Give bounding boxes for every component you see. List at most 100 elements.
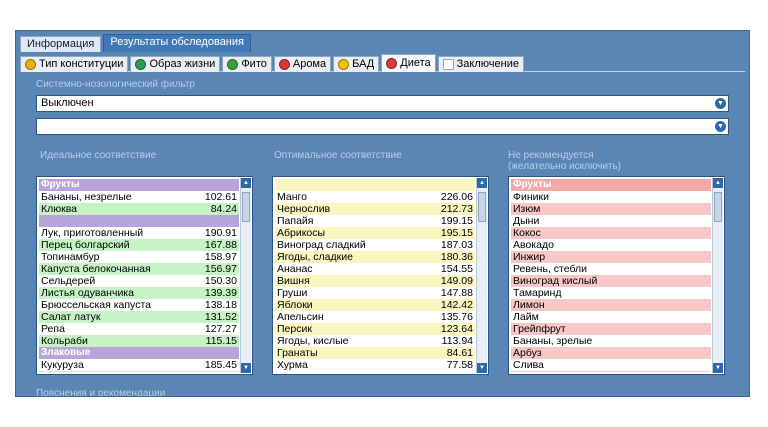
list-item[interactable]: Топинамбур 158.97 — [39, 251, 239, 263]
list-item[interactable]: Лимон — [511, 299, 711, 311]
list-item[interactable]: Кольраби 115.15 — [39, 335, 239, 347]
list-item[interactable]: Дыни — [511, 215, 711, 227]
list-item[interactable]: Сельдерей 150.30 — [39, 275, 239, 287]
item-value: 212.73 — [440, 203, 473, 215]
list-item[interactable]: Бананы, зрелые — [511, 335, 711, 347]
list-item[interactable]: Репа 127.27 — [39, 323, 239, 335]
list-item[interactable]: Брюссельская капуста 138.18 — [39, 299, 239, 311]
list-group-header[interactable] — [275, 179, 475, 191]
optimal-food-rows: Манго 226.06 Чернослив 212.73 Папайя 199.15 Аб… — [275, 179, 475, 372]
list-item[interactable]: Хурма 77.58 — [275, 359, 475, 371]
scroll-up-icon[interactable]: ▲ — [241, 178, 251, 188]
scroll-down-icon[interactable]: ▼ — [241, 363, 251, 373]
list-item[interactable]: Виноград сладкий 187.03 — [275, 239, 475, 251]
tab-information[interactable]: Информация — [20, 36, 102, 52]
tab-diet[interactable]: Диета — [381, 54, 436, 72]
scrollbar[interactable]: ▲ ▼ — [712, 178, 723, 373]
list-item[interactable]: Яблоки 142.42 — [275, 299, 475, 311]
ideal-food-list[interactable]: Фрукты Бананы, незрелые 102.61 Клюква 84.24 Л… — [36, 176, 253, 375]
item-value: 167.88 — [204, 239, 237, 251]
list-item[interactable]: Ягоды, сладкие 180.36 — [275, 251, 475, 263]
list-item[interactable]: Ягоды, кислые 113.94 — [275, 335, 475, 347]
list-item[interactable]: Ананас 154.55 — [275, 263, 475, 275]
list-group-header[interactable]: Фрукты — [511, 179, 711, 191]
list-item[interactable]: Лук, приготовленный 190.91 — [39, 227, 239, 239]
item-name: Арбуз — [513, 347, 542, 359]
list-item[interactable]: Изюм — [511, 203, 711, 215]
list-item[interactable]: Киви — [511, 371, 711, 372]
list-item[interactable]: Авокадо — [511, 239, 711, 251]
list-item[interactable]: Финики — [511, 191, 711, 203]
list-item[interactable]: Грейпфрут — [511, 323, 711, 335]
item-name: Финики — [513, 191, 549, 203]
scroll-up-icon[interactable]: ▲ — [713, 178, 723, 188]
tab-supplement[interactable]: БАД — [333, 56, 380, 72]
tab-label: Арома — [292, 58, 327, 70]
item-value: 131.52 — [204, 311, 237, 323]
list-item[interactable]: Инжир — [511, 251, 711, 263]
list-item[interactable]: Лайм — [511, 311, 711, 323]
list-item[interactable]: Вишня 149.09 — [275, 275, 475, 287]
list-item[interactable]: Клюква 84.24 — [39, 203, 239, 215]
item-value: 123.64 — [440, 323, 473, 335]
scroll-thumb[interactable] — [242, 192, 250, 222]
filter-dropdown[interactable]: Выключен ▼ — [36, 95, 729, 112]
scrollbar[interactable]: ▲ ▼ — [476, 178, 487, 373]
secondary-dropdown[interactable]: ▼ — [36, 118, 729, 135]
list-item[interactable]: Виноград кислый — [511, 275, 711, 287]
list-item[interactable]: Груши 147.88 — [275, 287, 475, 299]
tab-aroma[interactable]: Арома — [273, 56, 332, 72]
list-item[interactable]: Перец болгарский 167.88 — [39, 239, 239, 251]
ideal-column-title: Идеальное соответствие — [40, 150, 157, 161]
tab-phyto[interactable]: Фито — [222, 56, 272, 72]
list-item[interactable]: Капуста белокочанная 156.97 — [39, 263, 239, 275]
item-value: 154.55 — [205, 371, 237, 372]
recommendations-label: Пояснения и рекомендации — [36, 388, 166, 397]
not-recommended-food-rows: Фрукты Финики Изюм Дыни Кокос Авокадо Инжир Рев… — [511, 179, 711, 372]
chevron-down-icon[interactable]: ▼ — [715, 98, 726, 109]
list-group-header[interactable] — [39, 215, 239, 227]
list-item[interactable]: Гранаты 84.61 — [275, 347, 475, 359]
list-item[interactable]: Абрикосы 195.15 — [275, 227, 475, 239]
scroll-thumb[interactable] — [714, 192, 722, 222]
list-item[interactable]: Папайя 199.15 — [275, 215, 475, 227]
list-item[interactable]: Слива — [511, 359, 711, 371]
item-name: Апельсин — [277, 311, 324, 323]
optimal-food-list[interactable]: Манго 226.06 Чернослив 212.73 Папайя 199.15 Аб… — [272, 176, 489, 375]
list-item[interactable]: Салат латук 131.52 — [39, 311, 239, 323]
lifestyle-icon — [135, 59, 147, 70]
item-name: Репа — [41, 323, 65, 335]
list-item[interactable]: Ревень, стебли — [511, 263, 711, 275]
scrollbar[interactable]: ▲ ▼ — [240, 178, 251, 373]
item-name: Тамаринд — [513, 287, 562, 299]
tab-examination-results[interactable]: Результаты обследования — [103, 34, 251, 52]
tab-constitution-type[interactable]: Тип конституции — [20, 56, 129, 72]
item-value: 102.61 — [204, 191, 237, 203]
chevron-down-icon[interactable]: ▼ — [715, 121, 726, 132]
scroll-down-icon[interactable]: ▼ — [713, 363, 723, 373]
scroll-up-icon[interactable]: ▲ — [477, 178, 487, 188]
list-item[interactable]: Апельсин 135.76 — [275, 311, 475, 323]
item-value: 147.88 — [440, 287, 473, 299]
item-name: Абрикосы — [277, 227, 326, 239]
tab-conclusion[interactable]: Заключение — [437, 56, 524, 72]
not-recommended-food-list[interactable]: Фрукты Финики Изюм Дыни Кокос Авокадо Инжир Рев… — [508, 176, 725, 375]
list-item[interactable]: Кукуруза 185.45 — [39, 359, 239, 371]
list-group-header[interactable]: Злаковые — [39, 347, 239, 359]
list-item[interactable]: Гречиха 154.55 — [39, 371, 239, 372]
list-item[interactable]: Чернослив 212.73 — [275, 203, 475, 215]
list-item[interactable]: Бананы, незрелые 102.61 — [39, 191, 239, 203]
item-value: 138.18 — [204, 299, 237, 311]
scroll-thumb[interactable] — [478, 192, 486, 222]
list-item[interactable]: Арбуз — [511, 347, 711, 359]
list-item[interactable]: Тамаринд — [511, 287, 711, 299]
scroll-down-icon[interactable]: ▼ — [477, 363, 487, 373]
list-item[interactable]: Листья одуванчика 139.39 — [39, 287, 239, 299]
item-name: Кольраби — [41, 335, 88, 347]
list-group-header[interactable]: Фрукты — [39, 179, 239, 191]
list-item[interactable]: Манго 226.06 — [275, 191, 475, 203]
item-name: Бананы, зрелые — [513, 335, 593, 347]
list-item[interactable]: Персик 123.64 — [275, 323, 475, 335]
list-item[interactable]: Кокос — [511, 227, 711, 239]
tab-lifestyle[interactable]: Образ жизни — [130, 56, 221, 72]
